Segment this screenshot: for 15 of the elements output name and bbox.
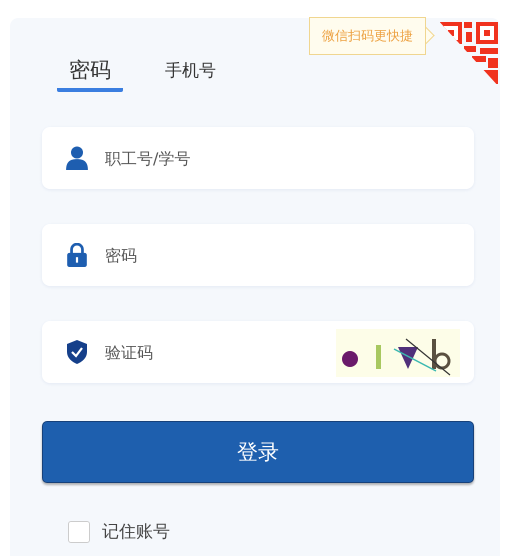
login-field[interactable]: 职工号/学号 — [42, 127, 474, 189]
login-tab[interactable]: 密码 — [57, 46, 123, 92]
login-field[interactable]: 密码 — [42, 224, 474, 286]
input-field[interactable]: 验证码 — [103, 342, 336, 362]
checkbox[interactable] — [68, 520, 90, 542]
lock-icon — [66, 243, 88, 267]
remember-label[interactable]: 记住账号 — [102, 520, 170, 543]
shield-check-icon — [66, 340, 88, 364]
user-icon — [66, 146, 88, 170]
login-field[interactable]: 验证码 — [42, 321, 474, 383]
qr-tooltip: 微信扫码更快捷 — [309, 17, 426, 55]
login-button[interactable]: 登录 — [42, 421, 474, 483]
input-field[interactable]: 职工号/学号 — [103, 148, 474, 168]
input-field[interactable]: 密码 — [103, 244, 474, 266]
login-tab[interactable]: 手机号 — [153, 46, 228, 92]
